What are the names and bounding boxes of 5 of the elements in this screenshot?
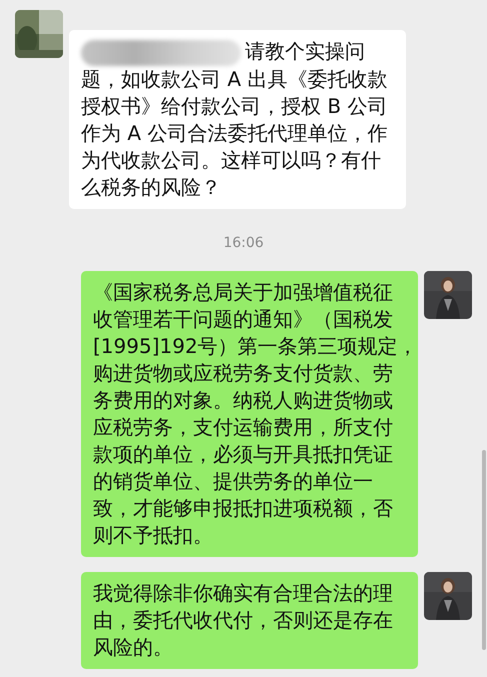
message-bubble: 请教个实操问 题，如收款公司 A 出具《委托收款 授权书》给付款公司，授权 B 公司 作为 A 公司合法委托代理单位，作 为代收款公司。这样可以吗？有什 么税务的风险？ [69, 30, 406, 209]
scrollbar[interactable] [482, 450, 486, 650]
message-bubble: 我觉得除非你确实有合理合法的理 由，委托代收代付，否则还是存在 风险的。 [81, 572, 418, 669]
timestamp: 16:06 [223, 234, 264, 251]
message-bubble: 《国家税务总局关于加强增值税征 收管理若干问题的通知》（国税发 [1995]192号）第一条第三项规定， 购进货物或应税劳务支付货款、劳 务费用的对象。纳税人购进货物或 应税劳务，支付运输费用，所支付 款项的单位，必须与开具抵扣凭证 的销货单位、提供劳务的单位一 致，才能够申报抵扣进项税额，否 则不予抵扣。 [81, 270, 418, 557]
